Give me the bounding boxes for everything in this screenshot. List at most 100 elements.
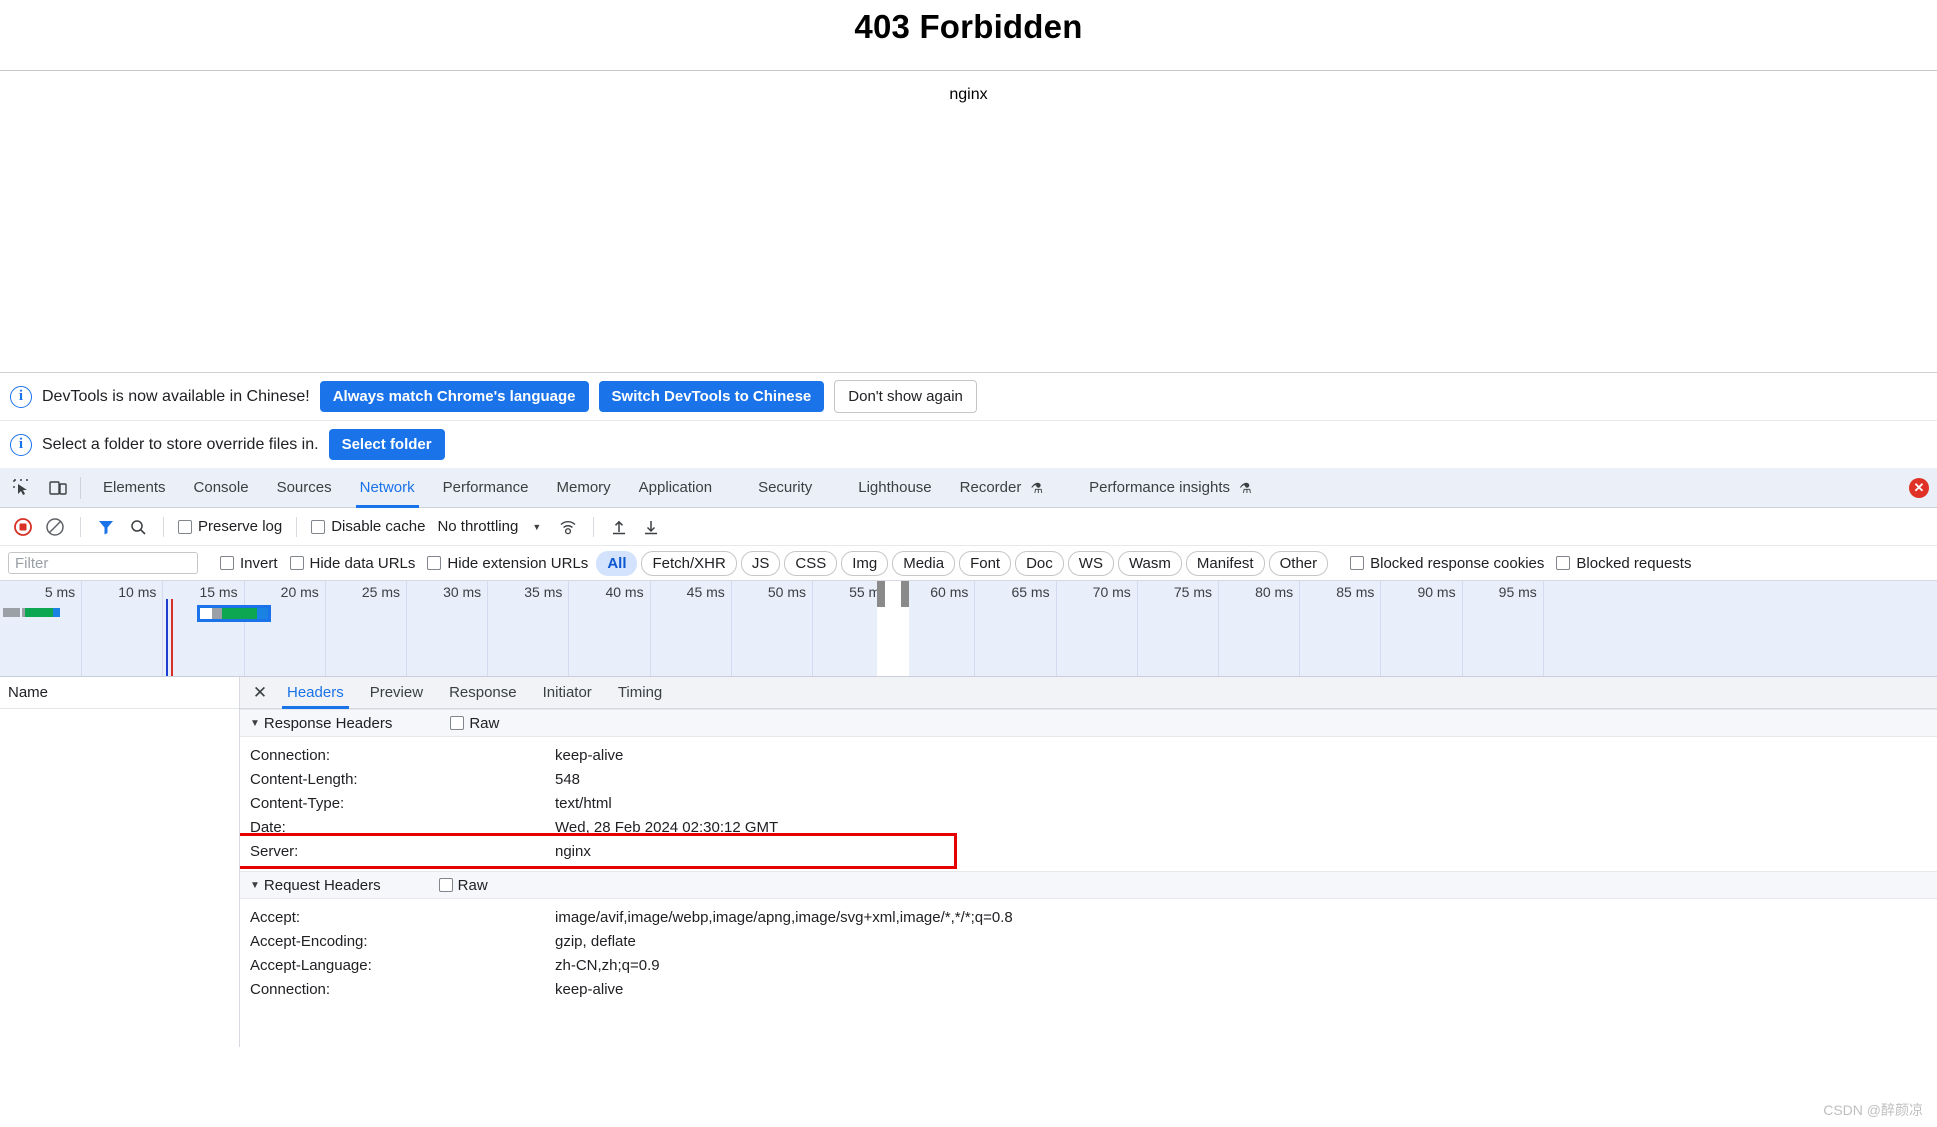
- header-row[interactable]: Date: Wed, 28 Feb 2024 02:30:12 GMT: [240, 815, 1937, 839]
- dom-content-loaded-line: [165, 599, 168, 676]
- devtools-panel: Elements Console Sources Network Perform…: [0, 468, 1937, 1127]
- switch-devtools-to-chinese-button[interactable]: Switch DevTools to Chinese: [598, 381, 825, 412]
- tab-performance[interactable]: Performance: [429, 468, 543, 508]
- tab-label: Lighthouse: [858, 478, 932, 496]
- filter-type-wasm[interactable]: Wasm: [1117, 550, 1182, 576]
- header-value: keep-alive: [555, 746, 624, 764]
- dont-show-again-button[interactable]: Don't show again: [834, 380, 977, 413]
- request-bar-2[interactable]: [196, 605, 271, 622]
- tab-network[interactable]: Network: [346, 468, 429, 508]
- header-row[interactable]: Accept: image/avif,image/webp,image/apng,…: [240, 905, 1937, 929]
- network-filter-row: Invert Hide data URLs Hide extension URL…: [0, 546, 1937, 581]
- tab-memory[interactable]: Memory: [543, 468, 625, 508]
- tab-performance-insights[interactable]: Performance insights ⚗: [1075, 468, 1266, 508]
- throttling-select[interactable]: No throttling: [431, 518, 518, 535]
- timeline-scrubber-handle[interactable]: [877, 581, 886, 607]
- timeline-gridline: [324, 581, 326, 676]
- filter-type-css[interactable]: CSS: [784, 550, 838, 576]
- detail-tab-timing[interactable]: Timing: [605, 677, 675, 709]
- checkbox-box: [1350, 556, 1365, 570]
- request-headers-section-header[interactable]: ▼ Request Headers Raw: [240, 871, 1937, 899]
- request-bar-1[interactable]: [3, 608, 61, 617]
- waterfall-segment: [212, 608, 222, 619]
- header-row[interactable]: Content-Length: 548: [240, 767, 1937, 791]
- timeline-tick-label: 25 ms: [361, 584, 400, 600]
- error-count-badge[interactable]: ✕: [1909, 478, 1929, 498]
- waterfall-segment: [221, 608, 258, 619]
- import-har-icon[interactable]: [604, 512, 634, 542]
- header-row[interactable]: Server: nginx: [240, 839, 1937, 863]
- detail-tab-preview[interactable]: Preview: [357, 677, 436, 709]
- toolbar-divider: [163, 516, 164, 537]
- section-title: Response Headers: [263, 714, 393, 732]
- header-row[interactable]: Content-Type: text/html: [240, 791, 1937, 815]
- network-overview-timeline[interactable]: 5 ms 10 ms 15 ms 20 ms 25 ms 30 ms 35 ms 40 ms 4…: [0, 581, 1937, 677]
- record-stop-icon[interactable]: [8, 512, 38, 542]
- headers-body: ▼ Response Headers Raw Connection: keep-aliv…: [240, 709, 1937, 1047]
- request-list[interactable]: Name: [0, 677, 240, 1047]
- filter-input[interactable]: [8, 552, 198, 574]
- header-value: Wed, 28 Feb 2024 02:30:12 GMT: [555, 818, 779, 836]
- filter-type-fetch-xhr[interactable]: Fetch/XHR: [641, 550, 737, 576]
- filter-type-font[interactable]: Font: [959, 550, 1012, 576]
- waterfall-segment: [199, 608, 213, 619]
- network-conditions-icon[interactable]: [553, 512, 583, 542]
- blocked-response-cookies-checkbox[interactable]: Blocked response cookies: [1346, 555, 1548, 572]
- tab-application[interactable]: Application: [625, 468, 726, 508]
- clear-network-log-icon[interactable]: [40, 512, 70, 542]
- timeline-tick-label: 60 ms: [930, 584, 969, 600]
- tab-elements[interactable]: Elements: [89, 468, 180, 508]
- disable-cache-checkbox[interactable]: Disable cache: [307, 518, 429, 535]
- header-name: Connection:: [250, 746, 331, 764]
- preserve-log-label: Preserve log: [198, 518, 283, 535]
- filter-type-manifest[interactable]: Manifest: [1185, 550, 1265, 576]
- hide-data-urls-checkbox[interactable]: Hide data URLs: [286, 555, 420, 572]
- search-icon[interactable]: [123, 512, 153, 542]
- chevron-down-icon[interactable]: ▼: [520, 522, 551, 532]
- blocked-requests-checkbox[interactable]: Blocked requests: [1552, 555, 1695, 572]
- raw-toggle-checkbox[interactable]: Raw: [438, 877, 488, 894]
- load-event-line: [170, 599, 173, 676]
- tab-recorder[interactable]: Recorder ⚗: [946, 468, 1057, 508]
- inspect-element-icon[interactable]: [8, 474, 36, 502]
- raw-toggle-checkbox[interactable]: Raw: [450, 715, 499, 732]
- filter-type-media[interactable]: Media: [892, 550, 956, 576]
- filter-type-all[interactable]: All: [596, 550, 638, 576]
- tab-security[interactable]: Security: [744, 468, 826, 508]
- header-row[interactable]: Accept-Encoding: gzip, deflate: [240, 929, 1937, 953]
- header-name: Content-Length:: [250, 770, 358, 788]
- filter-icon[interactable]: [91, 512, 121, 542]
- filter-type-js[interactable]: JS: [740, 550, 781, 576]
- detail-tab-initiator[interactable]: Initiator: [530, 677, 605, 709]
- detail-tab-response[interactable]: Response: [436, 677, 530, 709]
- timeline-scrubber-handle[interactable]: [901, 581, 910, 607]
- filter-type-doc[interactable]: Doc: [1015, 550, 1064, 576]
- tabbar-divider: [80, 476, 81, 499]
- always-match-chrome-language-button[interactable]: Always match Chrome's language: [319, 381, 589, 412]
- timeline-gridline: [243, 581, 245, 676]
- invert-checkbox[interactable]: Invert: [216, 555, 282, 572]
- device-toolbar-icon[interactable]: [44, 474, 72, 502]
- header-row[interactable]: Connection: keep-alive: [240, 977, 1937, 1001]
- response-headers-section-header[interactable]: ▼ Response Headers Raw: [240, 709, 1937, 737]
- filter-type-img[interactable]: Img: [841, 550, 889, 576]
- filter-type-ws[interactable]: WS: [1067, 550, 1114, 576]
- header-row[interactable]: Connection: keep-alive: [240, 743, 1937, 767]
- tab-sources[interactable]: Sources: [263, 468, 346, 508]
- chevron-down-icon[interactable]: ▼: [250, 718, 260, 729]
- hide-extension-urls-checkbox[interactable]: Hide extension URLs: [423, 555, 592, 572]
- detail-tab-headers[interactable]: Headers: [274, 677, 357, 709]
- select-folder-button[interactable]: Select folder: [328, 429, 445, 460]
- toolbar-divider: [80, 516, 81, 537]
- tab-lighthouse[interactable]: Lighthouse: [844, 468, 945, 508]
- header-row[interactable]: Accept-Language: zh-CN,zh;q=0.9: [240, 953, 1937, 977]
- export-har-icon[interactable]: [636, 512, 666, 542]
- tab-console[interactable]: Console: [180, 468, 263, 508]
- chevron-down-icon[interactable]: ▼: [250, 880, 260, 891]
- filter-type-other[interactable]: Other: [1268, 550, 1329, 576]
- close-icon[interactable]: ✕: [246, 679, 274, 707]
- info-icon: i: [10, 433, 32, 456]
- preserve-log-checkbox[interactable]: Preserve log: [174, 518, 286, 535]
- timeline-tick-label: 85 ms: [1336, 584, 1375, 600]
- invert-label: Invert: [240, 554, 278, 572]
